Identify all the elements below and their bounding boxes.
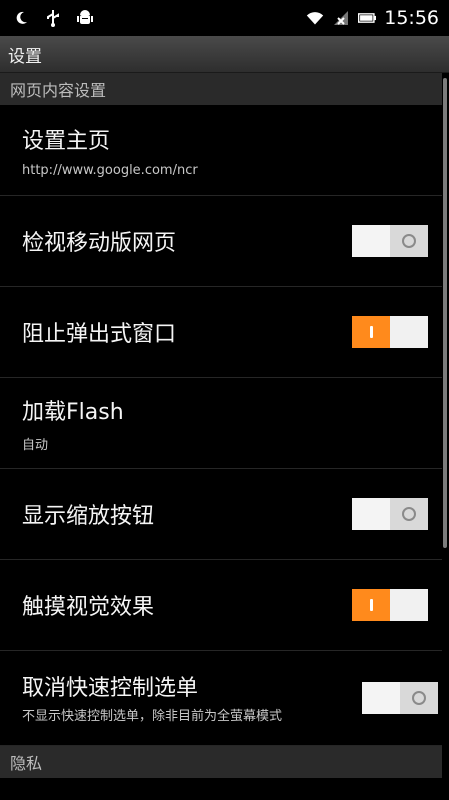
toggle-on-icon [369,599,373,611]
setting-load-flash[interactable]: 加载Flash 自动 [0,378,442,469]
setting-title: 显示缩放按钮 [22,504,155,529]
signal-icon [332,9,350,27]
setting-title: 检视移动版网页 [22,231,177,256]
status-bar: 15:56 [0,0,449,36]
setting-mobile-view[interactable]: 检视移动版网页 [0,196,442,287]
toggle-off-icon [402,234,416,248]
title-bar: 设置 [0,36,449,73]
toggle-on-icon [369,326,373,338]
settings-list[interactable]: 网页内容设置 设置主页 http://www.google.com/ncr 检视… [0,73,442,800]
block-popups-toggle[interactable] [352,316,428,348]
section-header: 网页内容设置 [0,73,442,105]
usb-icon [44,9,62,27]
setting-subtitle: http://www.google.com/ncr [22,162,198,178]
mobile-view-toggle[interactable] [352,225,428,257]
setting-title: 加载Flash [22,399,124,425]
setting-quick-controls[interactable]: 取消快速控制选单 不显示快速控制选单，除非目前为全萤幕模式 [0,651,442,746]
setting-zoom-buttons[interactable]: 显示缩放按钮 [0,469,442,560]
setting-title: 阻止弹出式窗口 [22,322,177,347]
touch-feedback-toggle[interactable] [352,589,428,621]
setting-touch-feedback[interactable]: 触摸视觉效果 [0,560,442,651]
setting-title: 取消快速控制选单 [22,676,199,701]
moon-icon [12,9,30,27]
zoom-buttons-toggle[interactable] [352,498,428,530]
page-title: 设置 [8,46,42,67]
toggle-off-icon [412,691,426,705]
battery-icon [358,9,377,27]
setting-homepage[interactable]: 设置主页 http://www.google.com/ncr [0,105,442,196]
android-debug-icon [76,9,94,27]
section-header-privacy: 隐私 [0,746,442,778]
setting-block-popups[interactable]: 阻止弹出式窗口 [0,287,442,378]
clock: 15:56 [384,7,439,29]
setting-subtitle: 自动 [22,437,49,453]
toggle-off-icon [402,507,416,521]
setting-title: 触摸视觉效果 [22,595,155,620]
wifi-icon [306,9,324,27]
scrollbar[interactable] [443,78,447,548]
quick-controls-toggle[interactable] [362,682,438,714]
setting-title: 设置主页 [22,128,111,154]
setting-subtitle: 不显示快速控制选单，除非目前为全萤幕模式 [22,709,283,724]
